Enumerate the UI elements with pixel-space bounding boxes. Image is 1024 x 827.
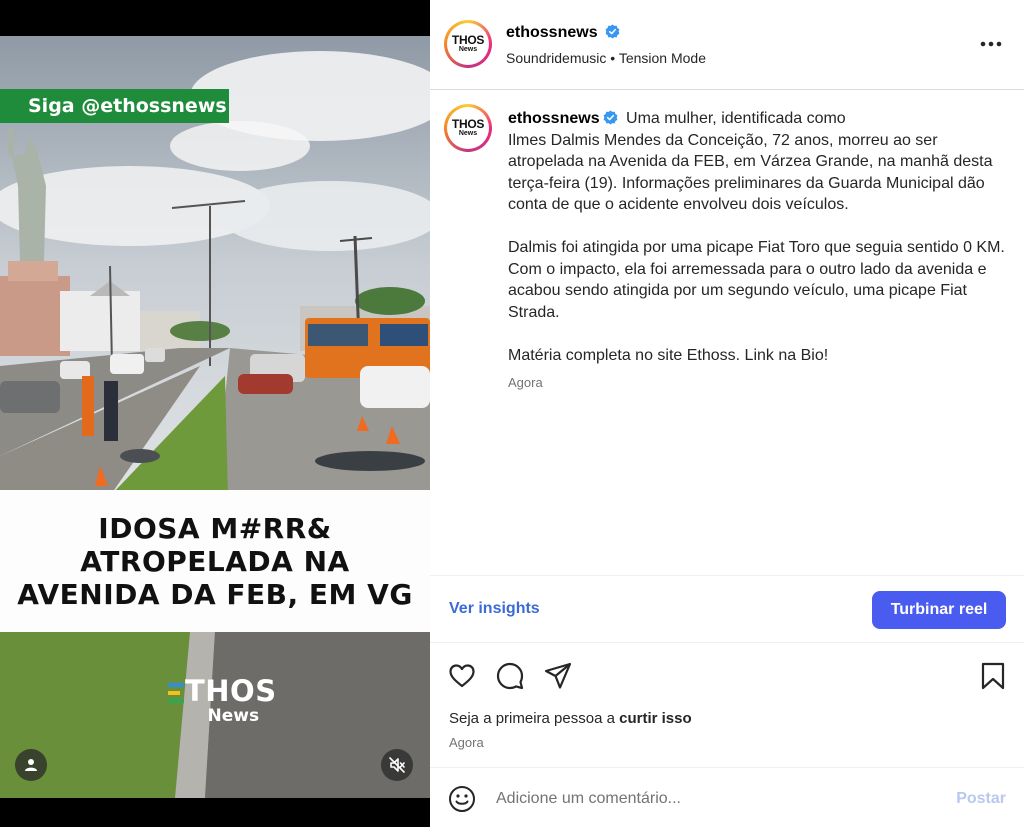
boost-reel-button[interactable]: Turbinar reel — [872, 591, 1006, 629]
follow-tag: Siga @ethossnews — [0, 89, 229, 123]
caption-username[interactable]: ethossnews — [508, 110, 600, 127]
audio-info[interactable]: Soundridemusic • Tension Mode — [506, 50, 706, 66]
audio-track[interactable]: Tension Mode — [619, 50, 706, 66]
header-username-row: ethossnews — [506, 24, 620, 42]
action-bar — [430, 657, 1024, 697]
verified-badge-icon — [603, 110, 618, 125]
like-this-link[interactable]: curtir isso — [619, 710, 692, 727]
caption-area: THOS News ethossnews Uma mulher, identif… — [430, 91, 1024, 576]
likes-prefix: Seja a primeira pessoa a — [449, 710, 615, 727]
person-icon — [25, 759, 37, 771]
logo-subtext: News — [207, 706, 260, 726]
reel-video-panel[interactable]: Siga @ethossnews IDOSA M#RR& ATROPELADA … — [0, 0, 430, 827]
caption-paragraph-3: Matéria completa no site Ethoss. Link na… — [508, 346, 829, 364]
likes-summary: Seja a primeira pessoa a curtir isso — [449, 710, 692, 727]
ethos-logo-overlay: THOS News — [168, 676, 277, 726]
logo-text: THOS — [185, 674, 277, 708]
headline-line: IDOSA M#RR& — [98, 511, 332, 545]
headline-line: ATROPELADA NA — [80, 544, 350, 578]
audio-separator: • — [610, 50, 616, 66]
comment-input[interactable] — [496, 787, 936, 811]
insights-bar: Ver insights Turbinar reel — [430, 577, 1024, 643]
caption-text: ethossnews Uma mulher, identificada como… — [508, 108, 1008, 366]
view-insights-link[interactable]: Ver insights — [449, 600, 540, 618]
avatar-subtext: News — [458, 129, 478, 137]
emoji-icon[interactable] — [447, 784, 477, 814]
reel-video[interactable]: Siga @ethossnews IDOSA M#RR& ATROPELADA … — [0, 36, 430, 798]
mute-button[interactable] — [381, 749, 413, 781]
username-link[interactable]: ethossnews — [506, 24, 598, 41]
avatar[interactable]: THOS News — [444, 20, 492, 68]
heart-icon[interactable] — [447, 661, 477, 691]
caption-timestamp: Agora — [508, 375, 543, 390]
post-timestamp: Agora — [449, 735, 484, 750]
tagged-people-button[interactable] — [15, 749, 47, 781]
avatar-text: THOS — [451, 116, 485, 131]
caption-avatar[interactable]: THOS News — [444, 104, 492, 152]
post-header: THOS News ethossnews Soundridemusic • Te… — [430, 0, 1024, 90]
comment-icon[interactable] — [495, 661, 525, 691]
more-options-icon — [980, 41, 1002, 47]
bookmark-icon[interactable] — [978, 661, 1008, 691]
headline-banner: IDOSA M#RR& ATROPELADA NA AVENIDA DA FEB… — [0, 490, 430, 632]
caption-first-line: Uma mulher, identificada como — [626, 110, 846, 127]
comment-bar: Postar — [430, 767, 1024, 827]
more-options-button[interactable] — [980, 30, 1002, 50]
headline-line: AVENIDA DA FEB, EM VG — [17, 577, 413, 611]
muted-speaker-icon — [389, 757, 405, 773]
share-icon[interactable] — [543, 661, 573, 691]
post-panel: THOS News ethossnews Soundridemusic • Te… — [430, 0, 1024, 827]
caption-paragraph-2: Dalmis foi atingida por uma picape Fiat … — [508, 239, 1005, 321]
avatar-subtext: News — [458, 45, 478, 53]
audio-artist[interactable]: Soundridemusic — [506, 50, 606, 66]
avatar-text: THOS — [451, 32, 485, 47]
caption-paragraph-1: Ilmes Dalmis Mendes da Conceição, 72 ano… — [508, 131, 993, 214]
logo-e-icon — [168, 683, 184, 703]
post-comment-button[interactable]: Postar — [956, 790, 1006, 808]
verified-badge-icon — [605, 24, 620, 39]
